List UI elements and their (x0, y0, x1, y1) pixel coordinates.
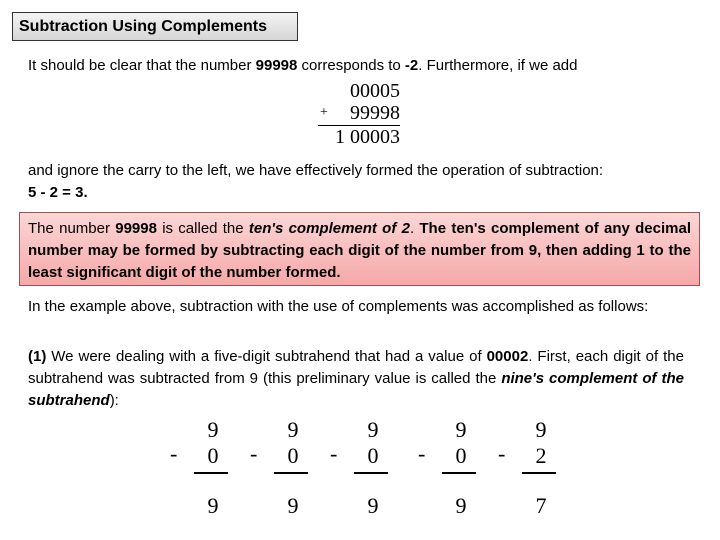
result: 9 (287, 493, 299, 518)
intro-text: It should be clear that the number (28, 57, 256, 74)
step-text: ): (109, 392, 119, 409)
result-line (354, 472, 388, 474)
minuend: 9 (535, 417, 547, 442)
number-99998: 99998 (255, 57, 298, 74)
plus-sign: + (320, 105, 328, 120)
minuend: 9 (455, 417, 467, 442)
slide-title: Subtraction Using Complements (12, 12, 298, 41)
minus-sign: - (418, 441, 426, 466)
minuend: 9 (207, 417, 219, 442)
step-label: (1) (28, 348, 47, 365)
subtrahend: 0 (207, 443, 219, 468)
step-1-paragraph: (1) We were dealing with a five-digit su… (28, 346, 684, 412)
example-paragraph: In the example above, subtraction with t… (28, 298, 649, 315)
subtrahend: 0 (455, 443, 467, 468)
subtrahend: 2 (535, 443, 547, 468)
definition-text: . (409, 220, 420, 237)
number-minus-2: -2 (404, 57, 419, 74)
after-paragraph: and ignore the carry to the left, we hav… (28, 160, 698, 204)
subtrahend: 0 (287, 443, 299, 468)
intro-text: . Furthermore, if we add (418, 57, 578, 74)
sum-result: 1 00003 (335, 126, 400, 148)
result: 7 (535, 493, 547, 518)
addition-example: 00005 +99998 1 00003 (318, 80, 400, 148)
minus-sign: - (498, 441, 506, 466)
minuend: 9 (367, 417, 379, 442)
minuend: 9 (287, 417, 299, 442)
intro-paragraph: It should be clear that the number 99998… (28, 55, 708, 77)
minus-sign: - (170, 441, 178, 466)
number-99998: 99998 (115, 220, 157, 237)
result-line (442, 472, 476, 474)
result-line (522, 472, 556, 474)
step-text: We were dealing with a five-digit subtra… (46, 348, 487, 365)
result: 9 (455, 493, 467, 518)
equation: 5 - 2 = 3. (28, 184, 88, 201)
nines-complement-diagram: 9 - 0 9 9 - 0 9 9 - 0 9 9 - 0 9 9 - 2 7 (170, 415, 570, 525)
addend-1: 00005 (350, 80, 400, 102)
definition-text: is called the (156, 220, 249, 237)
definition-text: The number (28, 220, 116, 237)
result-line (194, 472, 228, 474)
result: 9 (207, 493, 219, 518)
addend-2-row: +99998 (318, 102, 400, 124)
minus-sign: - (250, 441, 258, 466)
result-line (274, 472, 308, 474)
subtrahend: 0 (367, 443, 379, 468)
term-tens-complement: ten's complement of 2 (248, 220, 410, 237)
minus-sign: - (330, 441, 338, 466)
addend-2: 99998 (350, 102, 400, 124)
number-00002: 00002 (486, 348, 529, 365)
after-text: and ignore the carry to the left, we hav… (28, 162, 604, 179)
definition-box: The number 99998 is called the ten's com… (19, 212, 700, 286)
result: 9 (367, 493, 379, 518)
intro-text: corresponds to (297, 57, 405, 74)
